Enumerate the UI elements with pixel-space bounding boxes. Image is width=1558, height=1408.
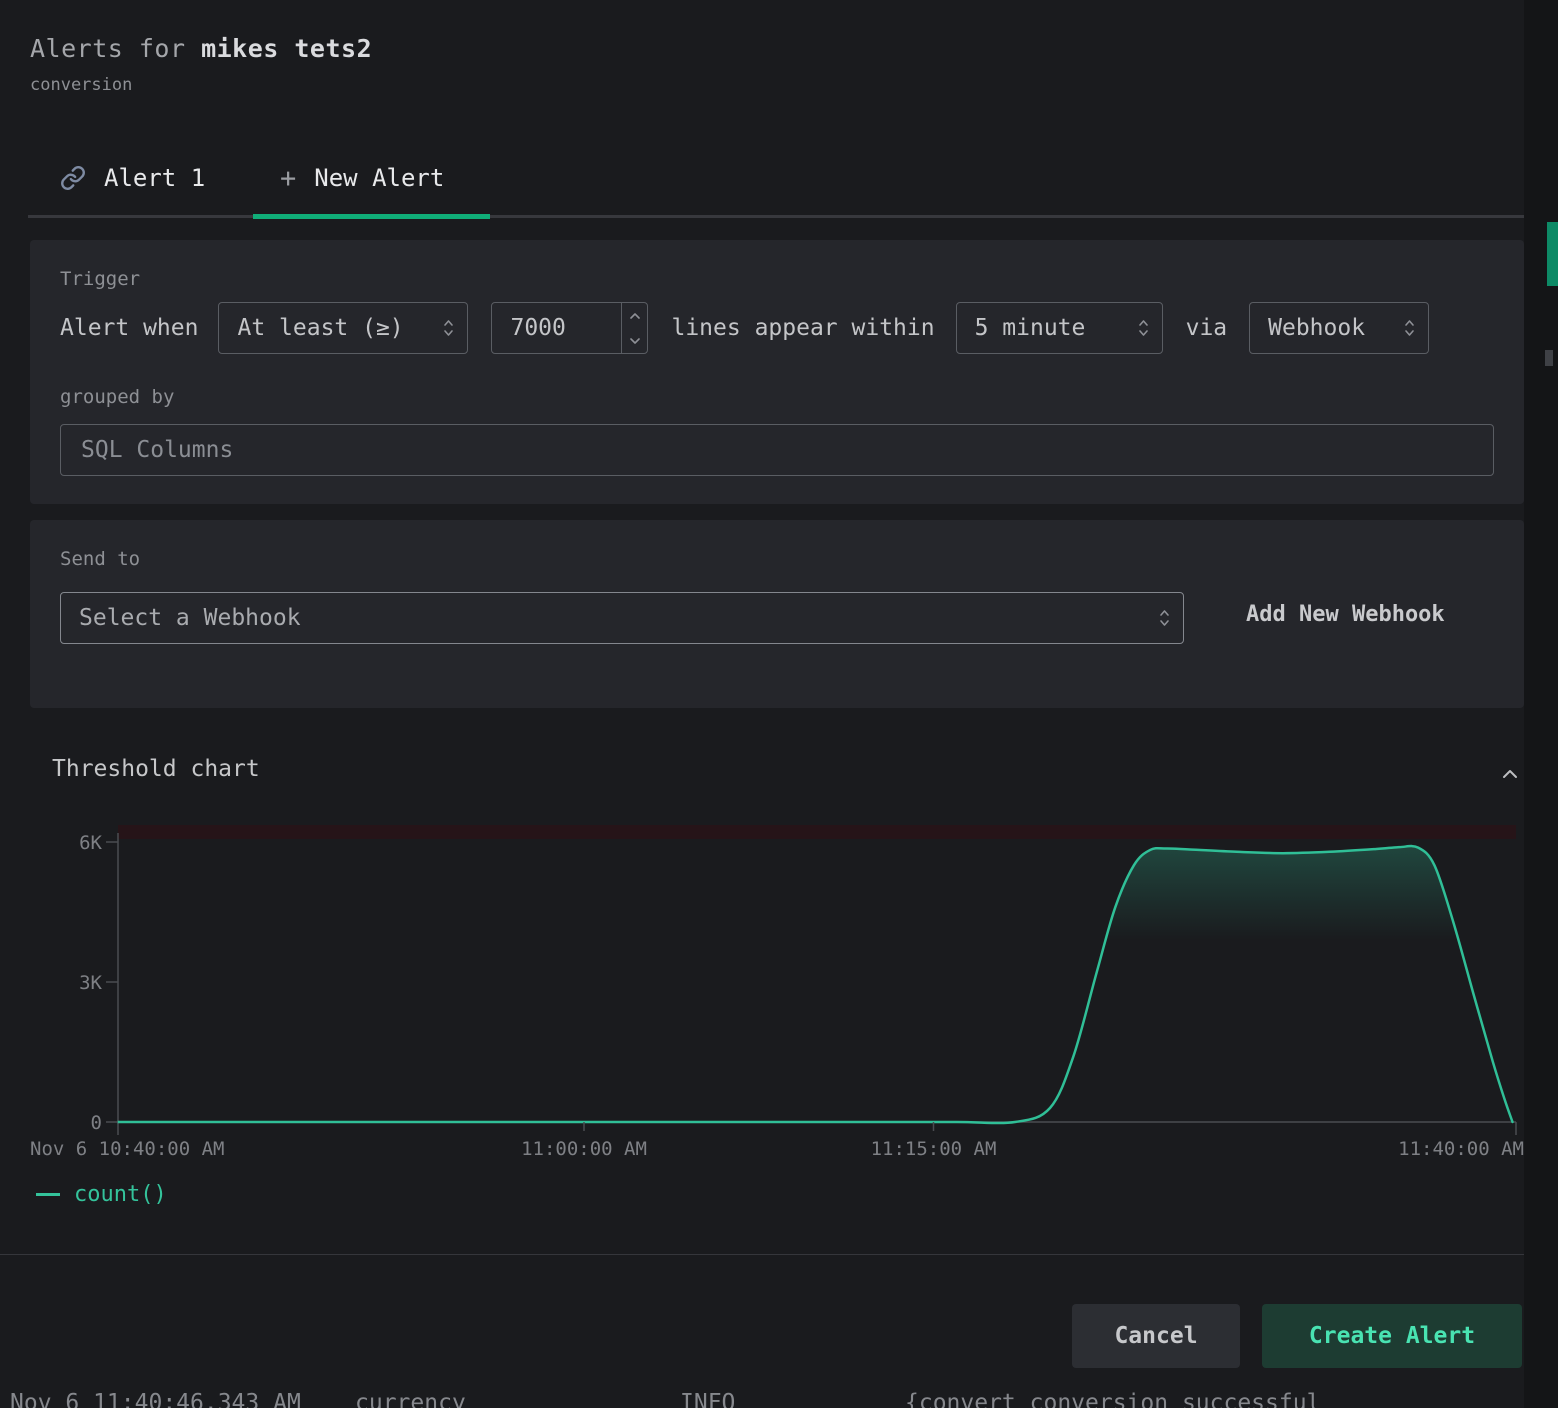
footer-divider xyxy=(0,1254,1524,1255)
source-name: mikes tets2 xyxy=(201,34,372,63)
webhook-select[interactable]: Select a Webhook xyxy=(60,592,1184,644)
threshold-number-input[interactable]: 7000 xyxy=(491,302,648,354)
collapse-chevron-icon[interactable] xyxy=(1496,760,1524,788)
tabs-underline-active xyxy=(253,214,490,219)
chevron-updown-icon xyxy=(1137,318,1162,338)
channel-value: Webhook xyxy=(1250,315,1403,341)
x-tick-label: Nov 6 10:40:00 AM xyxy=(30,1138,224,1160)
comparator-value: At least (≥) xyxy=(219,315,442,341)
group-by-input[interactable]: SQL Columns xyxy=(60,424,1494,476)
comparator-select[interactable]: At least (≥) xyxy=(218,302,468,354)
create-alert-button[interactable]: Create Alert xyxy=(1262,1304,1522,1368)
chart-legend: count() xyxy=(36,1182,167,1207)
series-area-fill xyxy=(118,846,1513,1123)
tab-alert-1-label: Alert 1 xyxy=(104,164,205,192)
x-tick-label: 11:00:00 AM xyxy=(521,1138,647,1160)
chevron-updown-icon xyxy=(1403,318,1428,338)
number-spinner xyxy=(621,303,647,353)
legend-series-label: count() xyxy=(74,1182,167,1207)
x-tick-label: 11:15:00 AM xyxy=(871,1138,997,1160)
cancel-button[interactable]: Cancel xyxy=(1072,1304,1240,1368)
tab-alert-1[interactable]: Alert 1 xyxy=(60,156,205,200)
trigger-section-label: Trigger xyxy=(60,268,140,290)
underlying-page-gray-element xyxy=(1545,350,1553,366)
underlying-page-green-element xyxy=(1547,222,1558,286)
trigger-row: Alert when At least (≥) 7000 xyxy=(60,302,1429,354)
alert-modal: Alerts for mikes tets2 conversion Alert … xyxy=(0,0,1558,1408)
log-body: {convert conversion successful xyxy=(905,1390,1320,1408)
time-window-value: 5 minute xyxy=(957,315,1137,341)
via-label: via xyxy=(1186,315,1228,341)
log-level: INFO xyxy=(680,1390,735,1408)
x-tick-label: 11:40:00 AM xyxy=(1398,1138,1524,1160)
tab-new-alert-label: New Alert xyxy=(314,164,444,192)
tab-new-alert[interactable]: + New Alert xyxy=(280,156,444,200)
spinner-up-button[interactable] xyxy=(622,303,647,328)
threshold-chart-title: Threshold chart xyxy=(52,756,260,782)
send-to-panel: Send to Select a Webhook Add New Webhook xyxy=(30,520,1524,708)
log-timestamp: Nov 6 11:40:46.343 AM xyxy=(10,1390,301,1408)
legend-series-swatch xyxy=(36,1193,60,1196)
chevron-updown-icon xyxy=(442,318,467,338)
plus-icon: + xyxy=(280,163,296,194)
spinner-down-button[interactable] xyxy=(622,328,647,353)
y-tick-label: 0 xyxy=(91,1112,102,1134)
threshold-chart: 6K 3K 0 Nov 6 10:40:00 AM 11:00:00 AM 11:15:0… xyxy=(0,810,1524,1160)
webhook-placeholder: Select a Webhook xyxy=(61,605,1158,631)
alert-when-label: Alert when xyxy=(60,315,198,341)
add-new-webhook-button[interactable]: Add New Webhook xyxy=(1246,602,1445,627)
y-tick-label: 6K xyxy=(79,832,102,854)
trigger-panel: Trigger Alert when At least (≥) 7000 xyxy=(30,240,1524,504)
link-icon xyxy=(60,165,86,191)
grouped-by-label: grouped by xyxy=(60,386,174,408)
log-service: currency xyxy=(355,1390,466,1408)
page-title: Alerts for mikes tets2 xyxy=(30,34,372,63)
group-by-placeholder: SQL Columns xyxy=(61,437,233,463)
send-to-label: Send to xyxy=(60,548,140,570)
time-window-select[interactable]: 5 minute xyxy=(956,302,1163,354)
lines-appear-label: lines appear within xyxy=(671,315,934,341)
underlying-page-edge xyxy=(1524,0,1558,1408)
y-tick-label: 3K xyxy=(79,972,102,994)
threshold-band xyxy=(118,825,1516,839)
underlying-log-row: Nov 6 11:40:46.343 AM currency INFO {con… xyxy=(0,1390,1558,1408)
page-subtitle: conversion xyxy=(30,75,132,95)
chevron-updown-icon xyxy=(1158,608,1183,628)
threshold-value: 7000 xyxy=(492,315,621,341)
channel-select[interactable]: Webhook xyxy=(1249,302,1429,354)
